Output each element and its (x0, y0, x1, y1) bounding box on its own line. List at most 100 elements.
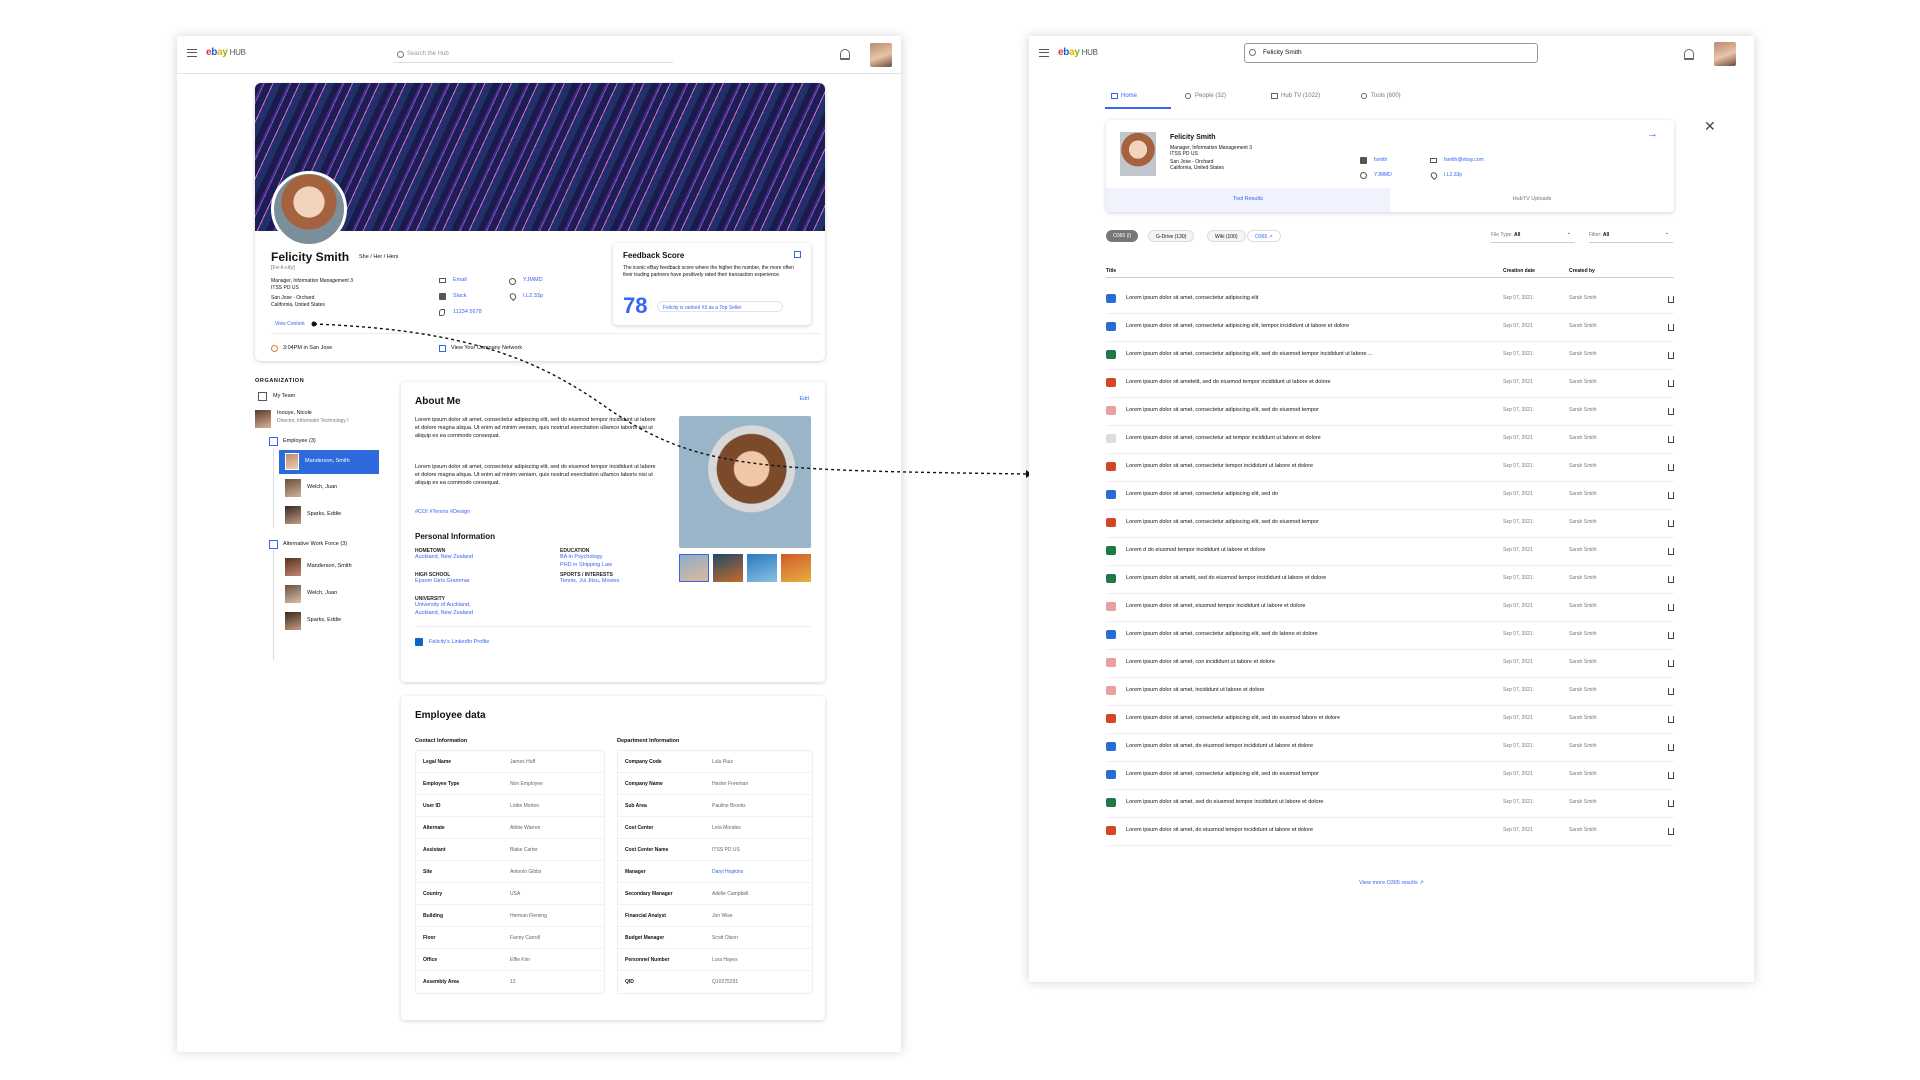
member-name[interactable]: Sparks, Eddie (307, 511, 341, 517)
external-link-icon[interactable] (794, 251, 801, 258)
interest-tags[interactable]: #COI #Tennis #Design (415, 509, 470, 515)
table-row[interactable]: Lorem ipsum dolor sit amet, consectetur … (1106, 342, 1674, 370)
column-header-created-by[interactable]: Created by (1569, 268, 1595, 274)
ebay-hub-logo[interactable]: ebay HUB (206, 47, 246, 58)
person-name[interactable]: Felicity Smith (1170, 134, 1216, 141)
tab-tools[interactable]: Tools (600) (1371, 93, 1401, 99)
row-title[interactable]: Lorem ipsum dolor sit amet, consectetur … (1126, 491, 1278, 497)
member-name[interactable]: Manderson, Smith (307, 563, 352, 569)
table-row[interactable]: Lorem ipsum dolor sit amet, sed do eiusm… (1106, 790, 1674, 818)
download-icon[interactable] (1668, 296, 1674, 303)
chip-gdrive[interactable]: G-Drive (130) (1148, 230, 1195, 242)
column-header-date[interactable]: Creation date (1503, 268, 1535, 274)
notification-bell-icon[interactable] (1684, 49, 1694, 60)
table-row[interactable]: Lorem ipsum dolor sit amet, consectetur … (1106, 482, 1674, 510)
edit-link[interactable]: Edit (800, 396, 809, 402)
tab-tool-results[interactable]: Tool Results (1106, 188, 1390, 212)
email-link[interactable]: Email (453, 277, 467, 283)
row-title[interactable]: Lorem ipsum dolor sit amet, do eiusmod t… (1126, 743, 1313, 749)
download-icon[interactable] (1668, 352, 1674, 359)
download-icon[interactable] (1668, 660, 1674, 667)
download-icon[interactable] (1668, 604, 1674, 611)
expand-team-icon[interactable] (258, 392, 267, 401)
member-name[interactable]: Welch, Juan (307, 590, 337, 596)
row-title[interactable]: Lorem ipsum dolor sit amet, do eiusmod t… (1126, 827, 1313, 833)
view-more-link[interactable]: View more O365 results ↗ (1029, 880, 1754, 886)
download-icon[interactable] (1668, 408, 1674, 415)
download-icon[interactable] (1668, 772, 1674, 779)
row-title[interactable]: Lorem ipsum dolor sit amet, consectetur … (1126, 435, 1321, 441)
row-title[interactable]: Lorem ipsum dolor sit amet, consectetur … (1126, 631, 1318, 637)
row-title[interactable]: Lorem ipsum dolor sit amet, consectetur … (1126, 771, 1319, 777)
tab-home[interactable]: Home (1105, 89, 1171, 109)
hamburger-menu-icon[interactable] (187, 49, 197, 57)
download-icon[interactable] (1668, 324, 1674, 331)
tab-people[interactable]: People (32) (1195, 93, 1226, 99)
view-content-link[interactable]: View Content (275, 321, 305, 327)
table-row[interactable]: Lorem ipsum dolor sit amet, consectetur … (1106, 510, 1674, 538)
tab-hub-tv[interactable]: Hub TV (1022) (1281, 93, 1320, 99)
sports-value[interactable]: Tennis, Jui Jitsu, Movies (560, 578, 619, 584)
chip-o365[interactable]: O365 (l) (1106, 230, 1139, 242)
chip-o365-link[interactable]: O365 ↗ (1247, 230, 1281, 242)
table-row[interactable]: Lorem ipsum dolor sit amet, consectetur … (1106, 622, 1674, 650)
row-title[interactable]: Lorem ipsum dolor sit ametit, sed do eiu… (1126, 575, 1326, 581)
row-title[interactable]: Lorem d do eiusmod tempor incididunt ut … (1126, 547, 1265, 553)
row-title[interactable]: Lorem ipsum dolor sit amet, consectetur … (1126, 351, 1373, 357)
row-title[interactable]: Lorem ipsum dolor sit ametelit, sed do e… (1126, 379, 1331, 385)
close-icon[interactable]: ✕ (1704, 118, 1716, 135)
chip-wiki[interactable]: Wiki (100) (1207, 230, 1246, 242)
linkedin-link[interactable]: Felicity's LinkedIn Profile (429, 639, 489, 645)
download-icon[interactable] (1668, 380, 1674, 387)
filter-select[interactable]: Filter: All ⌄ (1589, 229, 1673, 243)
row-title[interactable]: Lorem ipsum dolor sit amet, con incididu… (1126, 659, 1275, 665)
my-team-label[interactable]: My Team (273, 393, 295, 399)
row-title[interactable]: Lorem ipsum dolor sit amet, consectetur … (1126, 463, 1313, 469)
building-link[interactable]: I.L2.33p (1444, 172, 1462, 178)
person-avatar[interactable] (1120, 132, 1156, 176)
group-label[interactable]: Alternative Work Force (3) (283, 541, 347, 547)
table-row[interactable]: Lorem ipsum dolor sit amet, consectetur … (1106, 426, 1674, 454)
search-input[interactable]: Felicity Smith (1244, 43, 1538, 63)
download-icon[interactable] (1668, 688, 1674, 695)
email-link[interactable]: fsmith@ebay.com (1444, 157, 1484, 163)
team-member-selected[interactable]: Manderson, Smith (279, 450, 379, 474)
hamburger-menu-icon[interactable] (1039, 49, 1049, 57)
tab-hubtv-uploads[interactable]: HubTV Uploads (1390, 188, 1674, 212)
group-label[interactable]: Employee (3) (283, 438, 316, 444)
photo-thumbnail[interactable] (713, 554, 743, 582)
table-row[interactable]: Lorem d do eiusmod tempor incididunt ut … (1106, 538, 1674, 566)
collapse-group-icon[interactable] (269, 540, 278, 549)
download-icon[interactable] (1668, 520, 1674, 527)
university-location[interactable]: Auckland, New Zealand (415, 610, 473, 616)
company-network-link[interactable]: View Your Company Network (451, 345, 522, 351)
member-name[interactable]: Sparks, Eddie (307, 617, 341, 623)
download-icon[interactable] (1668, 436, 1674, 443)
download-icon[interactable] (1668, 744, 1674, 751)
download-icon[interactable] (1668, 800, 1674, 807)
collapse-group-icon[interactable] (269, 437, 278, 446)
member-name[interactable]: Welch, Juan (307, 484, 337, 490)
slack-handle-link[interactable]: fsmith (1374, 157, 1387, 163)
table-row[interactable]: Lorem ipsum dolor sit ametit, sed do eiu… (1106, 566, 1674, 594)
table-row[interactable]: Lorem ipsum dolor sit amet, consectetur … (1106, 286, 1674, 314)
avatar[interactable] (285, 506, 301, 524)
download-icon[interactable] (1668, 548, 1674, 555)
table-row[interactable]: Lorem ipsum dolor sit amet, incididunt u… (1106, 678, 1674, 706)
download-icon[interactable] (1668, 632, 1674, 639)
column-header-title[interactable]: Title (1106, 268, 1116, 274)
photo-thumbnail[interactable] (679, 554, 709, 582)
row-title[interactable]: Lorem ipsum dolor sit amet, consectetur … (1126, 323, 1349, 329)
phone-link[interactable]: 11234 5678 (453, 309, 482, 315)
highschool-value[interactable]: Epsom Girls Grammar (415, 578, 470, 584)
education-value[interactable]: BA in Psychology (560, 554, 603, 560)
education-value[interactable]: PHD in Shipping Law (560, 562, 612, 568)
table-row[interactable]: Lorem ipsum dolor sit amet, consectetur … (1106, 398, 1674, 426)
table-row[interactable]: Lorem ipsum dolor sit amet, do eiusmod t… (1106, 734, 1674, 762)
ebay-hub-logo[interactable]: ebay HUB (1058, 47, 1098, 58)
table-row[interactable]: Lorem ipsum dolor sit amet, consectetur … (1106, 454, 1674, 482)
avatar[interactable] (285, 612, 301, 630)
search-input[interactable]: Search the Hub (393, 46, 673, 63)
photo-thumbnail[interactable] (781, 554, 811, 582)
university-value[interactable]: University of Auckland, (415, 602, 471, 608)
